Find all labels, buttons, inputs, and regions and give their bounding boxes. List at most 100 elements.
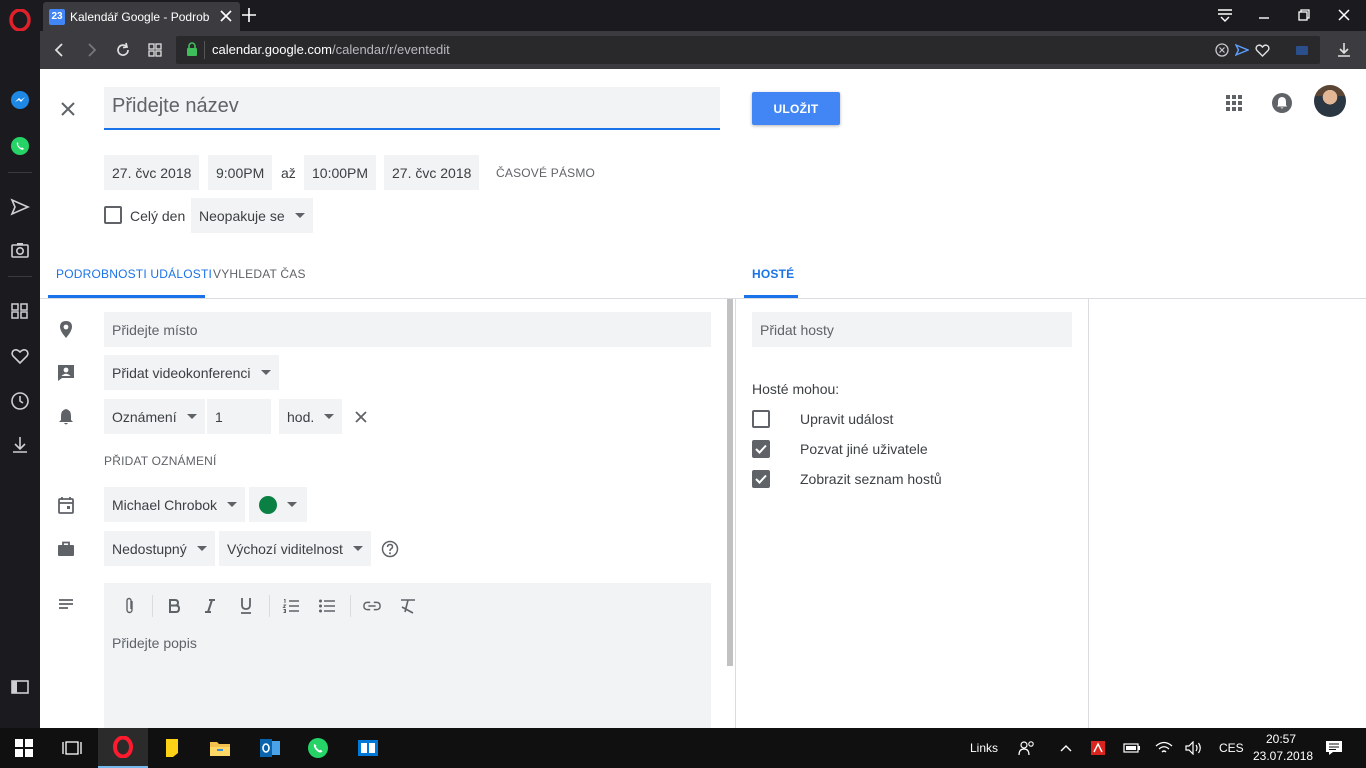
reload-icon[interactable] [113, 40, 133, 60]
description-icon [56, 595, 76, 615]
taskbar-whatsapp-icon[interactable] [294, 728, 342, 768]
wifi-icon[interactable] [1152, 728, 1176, 768]
perm-edit-checkbox[interactable] [752, 410, 770, 428]
back-icon[interactable] [50, 40, 70, 60]
whatsapp-icon[interactable] [8, 134, 32, 158]
description-editor[interactable]: Přidejte popis [104, 583, 711, 728]
camera-icon[interactable] [8, 238, 32, 262]
bold-icon[interactable] [165, 597, 183, 615]
visibility-value: Výchozí viditelnost [227, 540, 343, 557]
check-icon [755, 444, 767, 454]
timezone-button[interactable]: ČASOVÉ PÁSMO [496, 155, 595, 190]
location-input[interactable]: Přidejte místo [104, 312, 711, 347]
tab-find-time[interactable]: VYHLEDAT ČAS [213, 267, 306, 281]
notification-unit-dropdown[interactable]: hod. [279, 399, 343, 434]
taskbar-outlook-icon[interactable] [246, 728, 294, 768]
input-language[interactable]: CES [1219, 741, 1244, 755]
chevron-up-icon[interactable] [1054, 728, 1078, 768]
windows-taskbar: Links CES 20:57 23.07.2018 [0, 728, 1366, 768]
event-color-swatch [259, 495, 277, 514]
opera-logo-icon[interactable] [8, 8, 32, 32]
to-label: až [281, 164, 296, 181]
tab-menu-icon[interactable] [1215, 5, 1235, 25]
add-guests-input[interactable]: Přidat hosty [752, 312, 1072, 347]
messenger-icon[interactable] [8, 88, 32, 112]
tab-guests[interactable]: HOSTÉ [752, 267, 794, 281]
calendar-owner-dropdown[interactable]: Michael Chrobok [104, 487, 246, 522]
downloads-icon[interactable] [8, 433, 32, 457]
notification-type-dropdown[interactable]: Oznámení [104, 399, 205, 434]
send-icon[interactable] [8, 195, 32, 219]
restore-icon[interactable] [1294, 5, 1314, 25]
notifications-icon[interactable] [1270, 91, 1294, 115]
taskbar-reader-icon[interactable] [344, 728, 392, 768]
user-avatar[interactable] [1314, 85, 1346, 117]
underline-icon[interactable] [237, 597, 255, 615]
browser-tab[interactable]: 23 Kalendář Google - Podrob [43, 2, 240, 31]
numbered-list-icon[interactable] [282, 597, 300, 615]
perm-see-list-checkbox[interactable] [752, 470, 770, 488]
availability-dropdown[interactable]: Nedostupný [104, 531, 215, 566]
clock-date[interactable]: 23.07.2018 [1253, 749, 1313, 763]
minimize-icon[interactable] [1254, 5, 1274, 25]
all-day-checkbox[interactable] [104, 206, 122, 224]
task-view-icon[interactable] [48, 728, 96, 768]
taskbar-file-explorer-icon[interactable] [196, 728, 244, 768]
attach-icon[interactable] [121, 597, 139, 615]
links-toolbar-label[interactable]: Links [970, 741, 998, 755]
start-date-field[interactable]: 27. čvc 2018 [104, 155, 200, 190]
save-button[interactable]: ULOŽIT [752, 92, 840, 125]
taskbar-sticky-notes-icon[interactable] [148, 728, 196, 768]
link-icon[interactable] [363, 597, 381, 615]
add-notification-button[interactable]: PŘIDAT OZNÁMENÍ [104, 454, 217, 468]
google-apps-icon[interactable] [1222, 91, 1246, 115]
url-field[interactable]: calendar.google.com/calendar/r/eventedit [176, 36, 1320, 64]
briefcase-icon [56, 539, 76, 559]
extension-icon[interactable] [1292, 40, 1312, 60]
video-conference-dropdown[interactable]: Přidat videokonferenci [104, 355, 279, 390]
start-time-field[interactable]: 9:00PM [208, 155, 273, 190]
end-time-field[interactable]: 10:00PM [304, 155, 377, 190]
bookmark-heart-icon[interactable] [1254, 42, 1270, 58]
adblock-icon[interactable] [1214, 42, 1230, 58]
clear-formatting-icon[interactable] [399, 597, 417, 615]
download-icon[interactable] [1334, 40, 1354, 60]
close-tab-icon[interactable] [219, 9, 233, 23]
calendar-event-editor: Přidejte název ULOŽIT 27. čvc 2018 9:00P… [40, 69, 1366, 728]
close-editor-icon[interactable] [56, 97, 80, 121]
adobe-tray-icon[interactable] [1086, 728, 1110, 768]
remove-notification-icon[interactable] [352, 408, 370, 426]
send-page-icon[interactable] [1234, 42, 1250, 58]
italic-icon[interactable] [201, 597, 219, 615]
visibility-dropdown[interactable]: Výchozí viditelnost [219, 531, 371, 566]
windows-start-icon[interactable] [0, 728, 48, 768]
clock-time[interactable]: 20:57 [1266, 732, 1296, 746]
tab-event-details[interactable]: PODROBNOSTI UDÁLOSTI [56, 267, 212, 281]
history-icon[interactable] [8, 389, 32, 413]
bullet-list-icon[interactable] [318, 597, 336, 615]
new-tab-icon[interactable] [240, 6, 258, 24]
forward-icon[interactable] [81, 40, 101, 60]
people-icon[interactable] [1014, 728, 1040, 768]
all-day-label: Celý den [130, 207, 186, 224]
chevron-down-icon [260, 370, 271, 375]
close-window-icon[interactable] [1334, 5, 1354, 25]
sidebar-toggle-icon[interactable] [8, 675, 32, 699]
volume-icon[interactable] [1182, 728, 1206, 768]
speed-dial-icon[interactable] [8, 299, 32, 323]
repeat-dropdown[interactable]: Neopakuje se [191, 198, 313, 233]
help-icon[interactable] [381, 540, 399, 558]
perm-invite-checkbox[interactable] [752, 440, 770, 458]
video-conference-icon [56, 363, 76, 383]
notification-amount-input[interactable]: 1 [207, 399, 271, 434]
event-title-input[interactable]: Přidejte název [104, 87, 720, 130]
taskbar-opera-icon[interactable] [98, 728, 148, 768]
action-center-icon[interactable] [1320, 728, 1348, 768]
details-scrollbar-thumb[interactable] [727, 299, 733, 666]
event-color-dropdown[interactable] [249, 487, 307, 522]
calendar-favicon-icon: 23 [49, 8, 65, 25]
battery-icon[interactable] [1120, 728, 1144, 768]
tiles-icon[interactable] [145, 40, 165, 60]
heart-icon[interactable] [8, 344, 32, 368]
end-date-field[interactable]: 27. čvc 2018 [384, 155, 480, 190]
